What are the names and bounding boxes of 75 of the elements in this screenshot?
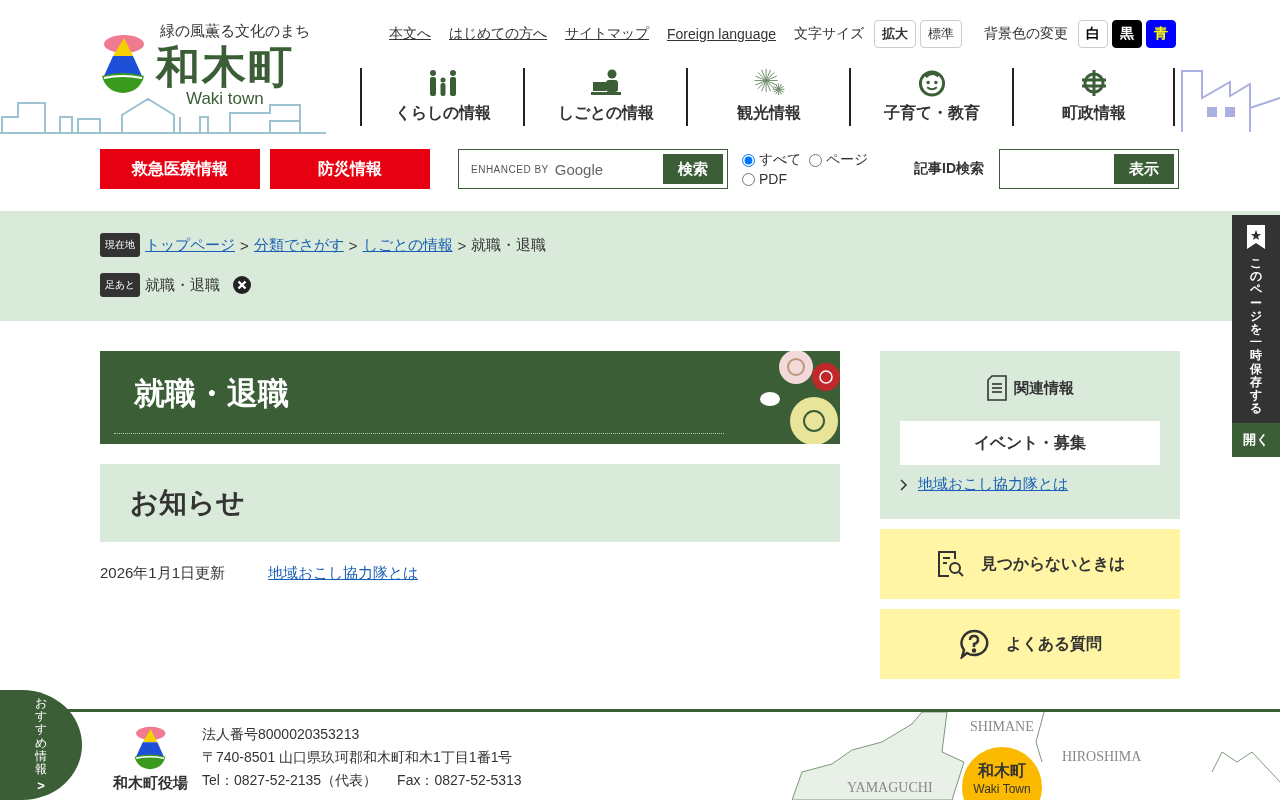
office-fax: Fax：0827-52-5313: [397, 772, 522, 790]
breadcrumb-current: 就職・退職: [471, 235, 547, 255]
document-icon: [986, 375, 1008, 401]
office-info: 法人番号8000020353213: [202, 726, 361, 744]
town-logo-icon: [100, 34, 146, 94]
article-id-button[interactable]: 表示: [1114, 154, 1174, 184]
desk-worker-icon: [589, 69, 622, 97]
font-size-button[interactable]: 拡大: [874, 20, 916, 48]
bookmark-star-icon: [1247, 225, 1265, 249]
help-button[interactable]: 見つからないときは: [880, 529, 1180, 599]
footprint-item[interactable]: 就職・退職: [145, 275, 220, 295]
breadcrumb-separator: >: [240, 236, 249, 254]
breadcrumb-link[interactable]: しごとの情報: [362, 235, 453, 255]
document-search-icon: [935, 549, 965, 579]
recommend-tab[interactable]: おすすめ情報 >: [0, 690, 82, 800]
footprint-label: 足あと: [100, 273, 140, 297]
emergency-button[interactable]: 救急医療情報: [100, 149, 260, 189]
office-info: 〒740-8501 山口県玖珂郡和木町和木1丁目1番1号: [202, 749, 514, 767]
search-scope-radio[interactable]: [742, 153, 755, 167]
breadcrumb-link[interactable]: 分類でさがす: [253, 235, 344, 255]
emergency-button[interactable]: 防災情報: [270, 149, 430, 189]
map-label: SHIMANE: [970, 719, 1034, 735]
site-logo-text[interactable]: 和木町: [156, 45, 294, 89]
close-icon[interactable]: [233, 276, 251, 294]
search-scope-radio[interactable]: [809, 153, 822, 167]
update-date: 2026年1月1日更新: [100, 564, 226, 583]
page-title: 就職・退職: [114, 351, 724, 434]
office-name: 和木町役場: [112, 774, 188, 793]
arrow-glyph: >: [37, 779, 45, 793]
town-emblem-icon: [1079, 69, 1108, 97]
breadcrumb-separator: >: [457, 236, 467, 254]
section-heading: お知らせ: [130, 486, 245, 520]
background-color-button[interactable]: 白: [1078, 20, 1108, 48]
marker-label: 和木町: [978, 761, 1026, 781]
search-scope-label: すべて: [759, 151, 801, 169]
article-id-label: 記事ID検索: [914, 160, 985, 178]
search-brand: Google: [554, 160, 604, 178]
office-phone: Tel：0827-52-2135（代表）: [202, 772, 378, 790]
recommend-label: おすすめ情報: [35, 697, 47, 777]
child-face-icon: [916, 68, 947, 97]
save-page-tab[interactable]: このページを一時保存する: [1232, 215, 1280, 424]
chevron-right-icon: [900, 478, 908, 491]
map-label: HIROSHIMA: [1062, 749, 1142, 765]
open-saved-button[interactable]: 開く: [1232, 423, 1280, 458]
font-size-button[interactable]: 標準: [920, 20, 962, 48]
breadcrumb-separator: >: [348, 236, 358, 254]
utility-link[interactable]: はじめての方へ: [449, 25, 547, 43]
save-page-label: このページを一時保存する: [1250, 257, 1262, 416]
search-scope-label: PDF: [759, 171, 787, 187]
utility-link[interactable]: サイトマップ: [565, 25, 649, 43]
background-color-label: 背景色の変更: [984, 25, 1068, 43]
map-label: YAMAGUCHI: [847, 780, 933, 796]
related-link[interactable]: 地域おこし協力隊とは: [918, 475, 1068, 494]
search-button[interactable]: 検索: [663, 154, 723, 184]
search-scope-label: ページ: [826, 151, 868, 169]
question-bubble-icon: [958, 629, 990, 659]
background-color-button[interactable]: 黒: [1112, 20, 1142, 48]
search-branding: ENHANCED BY: [471, 163, 549, 175]
utility-link[interactable]: 本文へ: [389, 25, 431, 43]
breadcrumb-label: 現在地: [100, 233, 140, 257]
related-category: イベント・募集: [900, 421, 1160, 465]
town-logo-icon: [133, 726, 167, 770]
nav-item[interactable]: 町政情報: [1012, 68, 1175, 126]
tagline: 緑の風薫る文化のまち: [160, 22, 310, 41]
font-size-label: 文字サイズ: [794, 25, 864, 43]
related-info-heading: 関連情報: [1014, 378, 1074, 398]
search-field[interactable]: ENHANCED BY Google 検索: [458, 149, 728, 189]
marker-sublabel: Waki Town: [973, 782, 1031, 796]
background-color-button[interactable]: 青: [1146, 20, 1176, 48]
article-id-field[interactable]: 表示: [999, 149, 1179, 189]
article-link[interactable]: 地域おこし協力隊とは: [268, 564, 419, 583]
help-button[interactable]: よくある質問: [880, 609, 1180, 679]
breadcrumb-link[interactable]: トップページ: [145, 235, 235, 255]
search-scope-radio[interactable]: [742, 172, 755, 186]
utility-link[interactable]: Foreign language: [667, 26, 776, 42]
